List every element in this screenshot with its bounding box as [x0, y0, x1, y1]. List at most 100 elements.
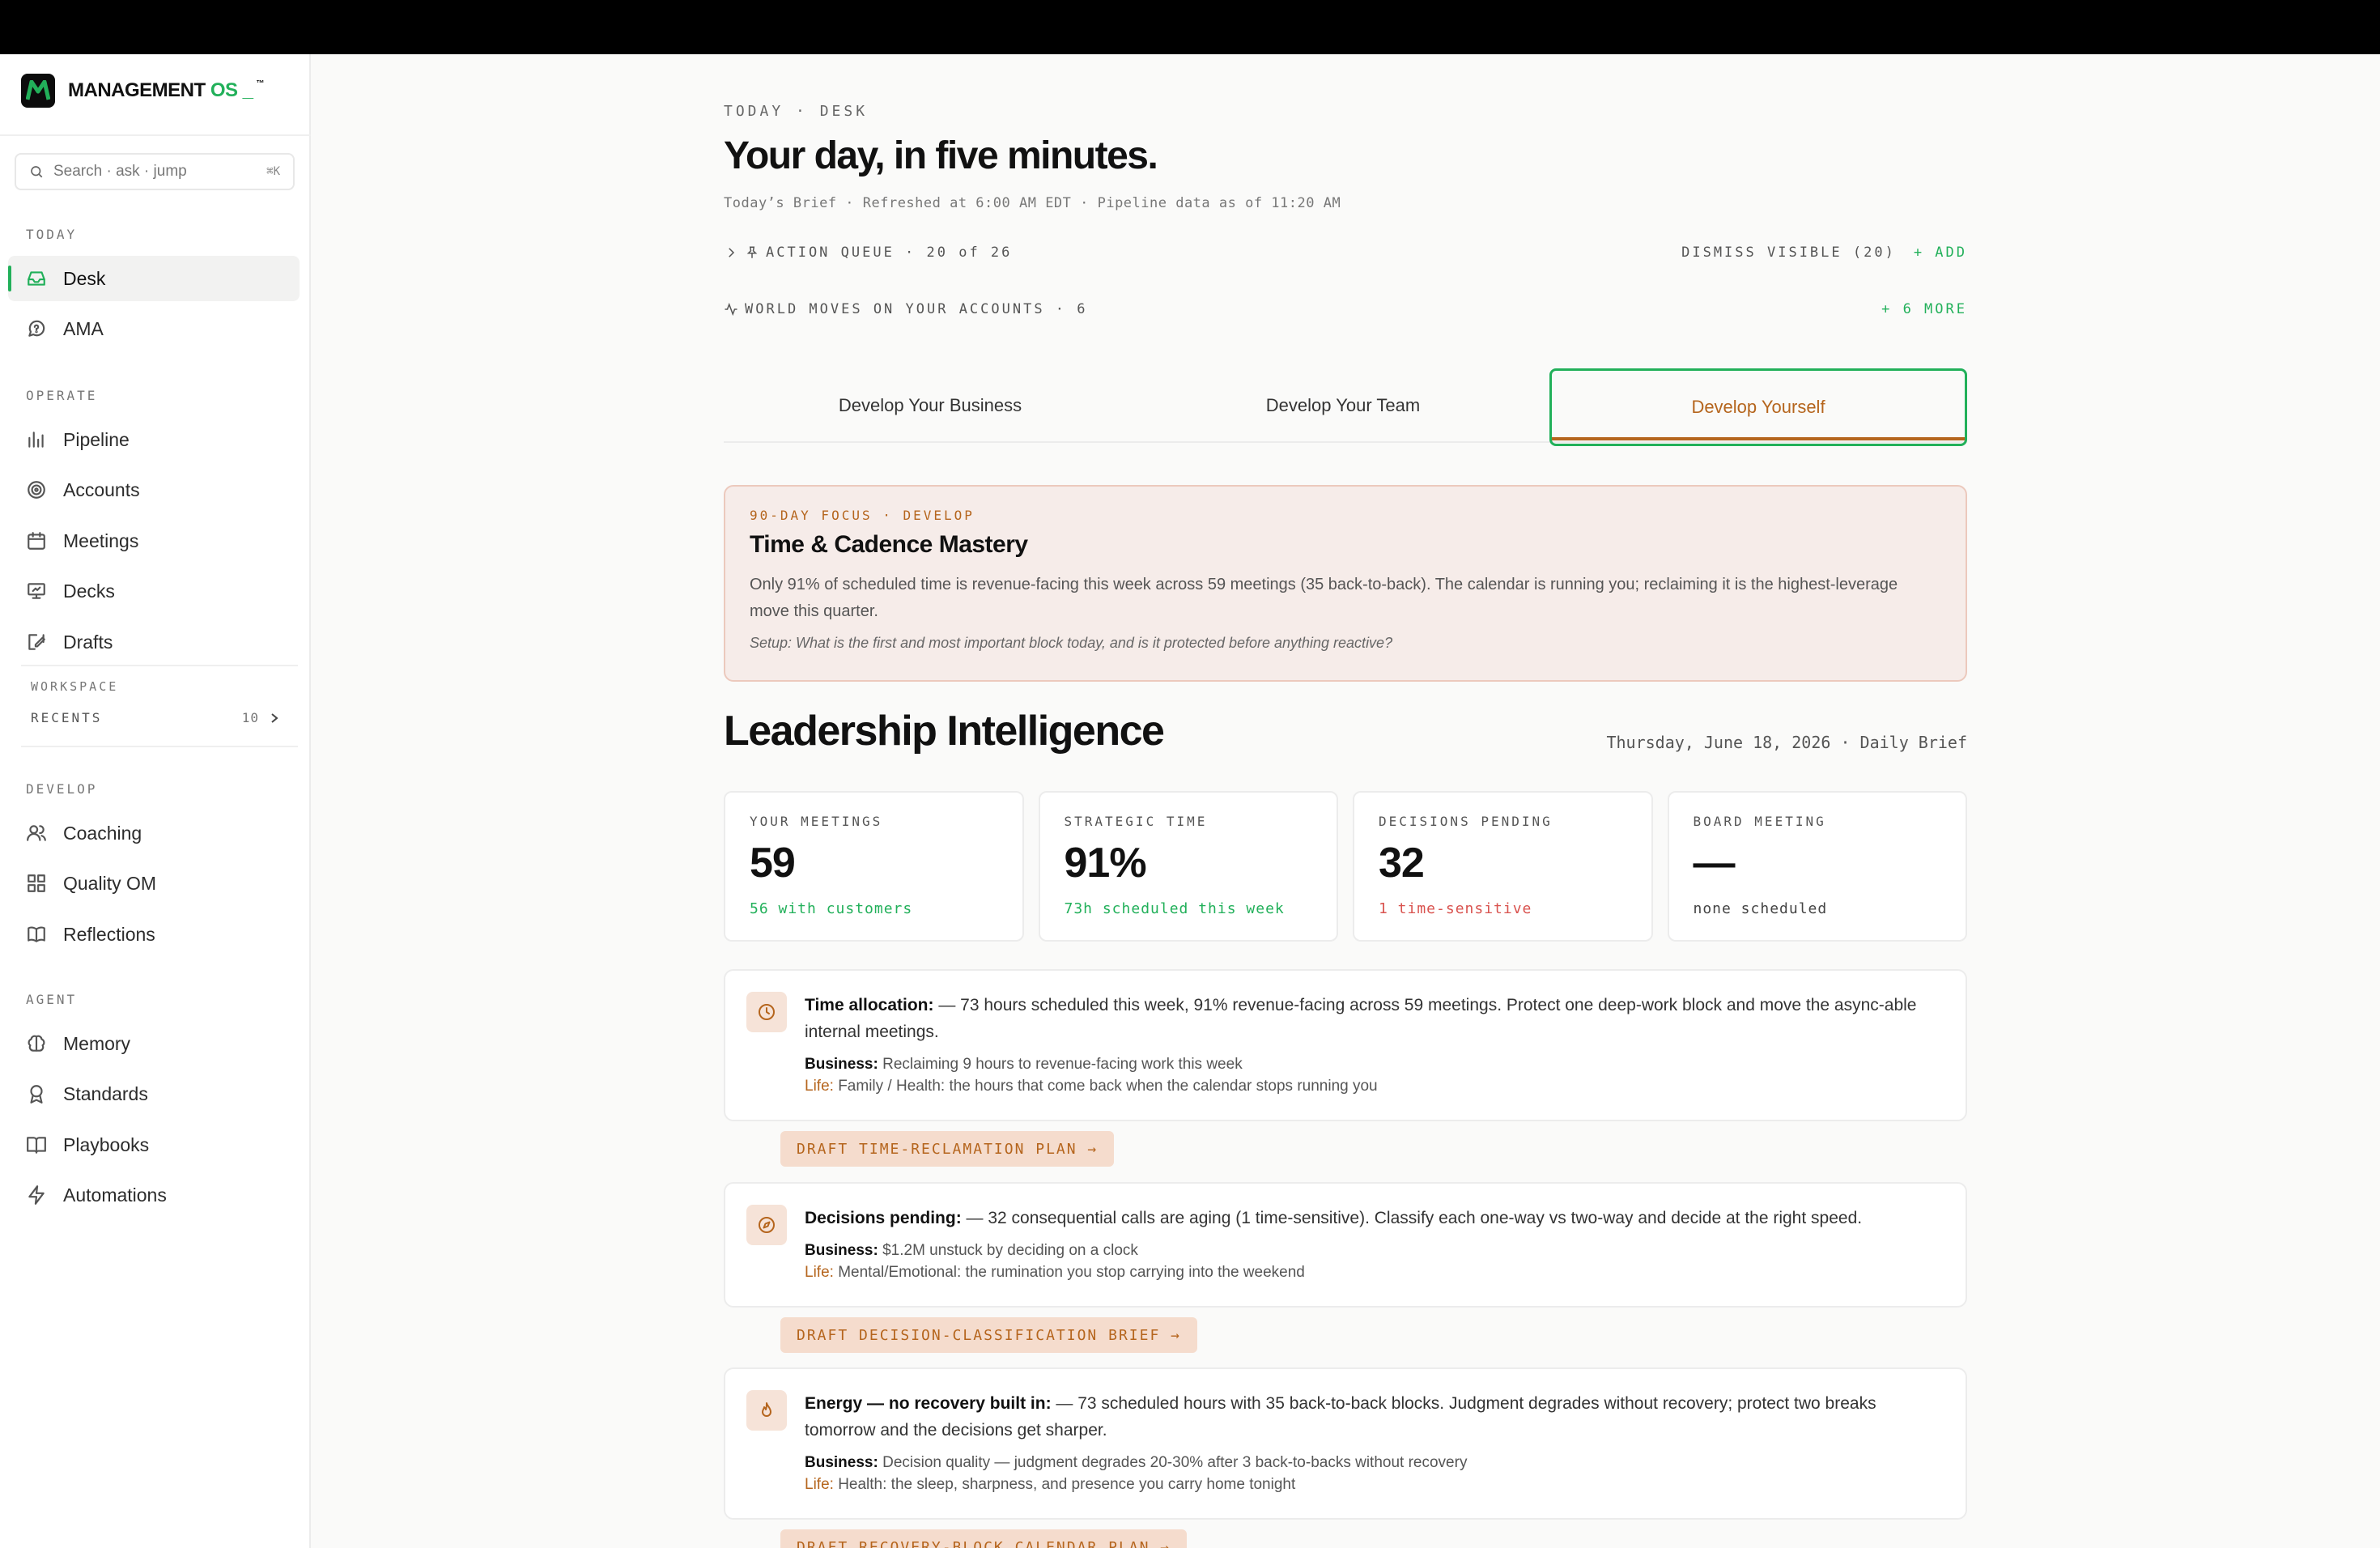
stat-label: DECISIONS PENDING	[1379, 814, 1553, 829]
more-world-moves-button[interactable]: + 6 MORE	[1881, 301, 1967, 317]
book-icon	[26, 924, 47, 945]
stat-sub: 73h scheduled this week	[1064, 900, 1285, 917]
insight-text: — 32 consequential calls are aging (1 ti…	[961, 1209, 1863, 1227]
stat-cards: YOUR MEETINGS 59 56 with customers STRAT…	[724, 791, 1967, 942]
sidebar-item-decks[interactable]: Decks	[8, 568, 300, 614]
sidebar-item-label: Standards	[63, 1082, 148, 1104]
insight-title: Energy — no recovery built in:	[805, 1394, 1052, 1413]
sidebar-item-reflections[interactable]: Reflections	[8, 912, 300, 957]
target-icon	[26, 479, 47, 500]
section-title: Leadership Intelligence	[724, 708, 1165, 755]
focus-body: Only 91% of scheduled time is revenue-fa…	[750, 576, 1898, 620]
life-impact: Mental/Emotional: the rumination you sto…	[833, 1264, 1305, 1281]
sidebar-item-quality-om[interactable]: Quality OM	[8, 861, 300, 906]
activity-icon	[724, 302, 738, 317]
presentation-icon	[26, 580, 47, 602]
stat-sub: 56 with customers	[750, 900, 913, 917]
insight-title: Decisions pending:	[805, 1209, 962, 1227]
sidebar-item-drafts[interactable]: Drafts	[8, 619, 300, 665]
brand-name: MANAGEMENT OS _ ™	[68, 79, 265, 101]
sidebar-item-desk[interactable]: Desk	[8, 256, 300, 301]
insight-title: Time allocation:	[805, 996, 934, 1014]
pin-icon	[745, 245, 759, 260]
draft-decision-classification-button[interactable]: DRAFT DECISION-CLASSIFICATION BRIEF →	[780, 1317, 1197, 1353]
dismiss-visible-button[interactable]: DISMISS VISIBLE (20)	[1681, 245, 1896, 261]
bar-chart-icon	[26, 429, 47, 450]
tab-develop-business[interactable]: Develop Your Business	[724, 370, 1137, 441]
page-title: Your day, in five minutes.	[724, 134, 1158, 177]
section-label-operate: OPERATE	[26, 388, 98, 403]
recents-toggle[interactable]: RECENTS 10	[31, 710, 278, 725]
stat-card-board-meeting[interactable]: BOARD MEETING — none scheduled	[1667, 791, 1967, 942]
chevron-right-icon[interactable]	[724, 245, 738, 260]
sidebar-item-label: Meetings	[63, 529, 139, 551]
sidebar-item-meetings[interactable]: Meetings	[8, 518, 300, 563]
stat-card-meetings[interactable]: YOUR MEETINGS 59 56 with customers	[724, 791, 1024, 942]
page-meta: Today’s Brief · Refreshed at 6:00 AM EDT…	[724, 195, 1341, 211]
tab-develop-yourself[interactable]: Develop Yourself	[1549, 368, 1967, 446]
sidebar-item-label: Coaching	[63, 822, 142, 844]
sidebar-item-label: Reflections	[63, 923, 155, 945]
business-label: Business:	[805, 1056, 878, 1073]
draft-recovery-block-button[interactable]: DRAFT RECOVERY-BLOCK CALENDAR PLAN →	[780, 1529, 1188, 1548]
sidebar-item-label: Accounts	[63, 478, 140, 500]
draft-time-reclamation-button[interactable]: DRAFT TIME-RECLAMATION PLAN →	[780, 1131, 1115, 1167]
sidebar-item-label: Desk	[63, 267, 106, 289]
business-label: Business:	[805, 1454, 878, 1471]
search-input[interactable]: Search · ask · jump ⌘K	[15, 153, 295, 190]
focus-card: 90-DAY FOCUS · DEVELOP Time & Cadence Ma…	[724, 485, 1967, 682]
sidebar-item-accounts[interactable]: Accounts	[8, 467, 300, 512]
section-label-today: TODAY	[26, 227, 78, 242]
compass-icon	[746, 1205, 787, 1245]
sidebar-item-pipeline[interactable]: Pipeline	[8, 417, 300, 462]
sidebar-item-label: Drafts	[63, 631, 113, 653]
section-label-develop: DEVELOP	[26, 781, 98, 797]
tab-develop-team[interactable]: Develop Your Team	[1137, 370, 1549, 441]
bolt-icon	[26, 1184, 47, 1206]
focus-eyebrow: 90-DAY FOCUS · DEVELOP	[750, 508, 975, 523]
business-label: Business:	[805, 1242, 878, 1259]
focus-setup: Setup: What is the first and most import…	[750, 635, 1393, 651]
business-impact: $1.2M unstuck by deciding on a clock	[878, 1242, 1138, 1259]
insight-card: Energy — no recovery built in: — 73 sche…	[724, 1367, 1967, 1520]
inbox-icon	[26, 268, 47, 289]
sidebar-item-automations[interactable]: Automations	[8, 1172, 300, 1218]
recents-label: RECENTS	[31, 710, 103, 725]
sidebar-item-memory[interactable]: Memory	[8, 1021, 300, 1066]
action-queue-row: ACTION QUEUE · 20 of 26 DISMISS VISIBLE …	[724, 245, 1967, 261]
sidebar-item-label: Playbooks	[63, 1133, 150, 1155]
brand-logo-icon	[21, 74, 55, 108]
stat-value: 32	[1379, 840, 1425, 887]
brand[interactable]: MANAGEMENT OS _ ™	[21, 74, 265, 108]
sidebar-item-coaching[interactable]: Coaching	[8, 810, 300, 856]
award-icon	[26, 1083, 47, 1104]
stat-value: 59	[750, 840, 796, 887]
sidebar-item-ama[interactable]: AMA	[8, 306, 300, 351]
grid-icon	[26, 873, 47, 894]
life-label: Life:	[805, 1476, 834, 1493]
clock-icon	[746, 992, 787, 1032]
life-label: Life:	[805, 1078, 834, 1095]
stat-value: —	[1693, 840, 1736, 887]
insight-card: Decisions pending: — 32 consequential ca…	[724, 1182, 1967, 1308]
insight-card: Time allocation: — 73 hours scheduled th…	[724, 969, 1967, 1121]
stat-card-decisions[interactable]: DECISIONS PENDING 32 1 time-sensitive	[1353, 791, 1653, 942]
world-moves-row: WORLD MOVES ON YOUR ACCOUNTS · 6 + 6 MOR…	[724, 301, 1967, 317]
sidebar-item-playbooks[interactable]: Playbooks	[8, 1122, 300, 1167]
divider	[21, 665, 298, 666]
sidebar-item-label: Automations	[63, 1184, 167, 1206]
divider	[0, 134, 311, 136]
world-moves-label[interactable]: WORLD MOVES ON YOUR ACCOUNTS · 6	[745, 301, 1088, 317]
stat-card-strategic-time[interactable]: STRATEGIC TIME 91% 73h scheduled this we…	[1038, 791, 1338, 942]
users-icon	[26, 823, 47, 844]
page-eyebrow: TODAY · DESK	[724, 103, 869, 120]
action-queue-label[interactable]: ACTION QUEUE · 20 of 26	[766, 245, 1012, 261]
search-shortcut: ⌘K	[266, 165, 280, 178]
book-open-icon	[26, 1134, 47, 1155]
sidebar-item-standards[interactable]: Standards	[8, 1071, 300, 1116]
chat-help-icon	[26, 318, 47, 339]
stat-label: STRATEGIC TIME	[1064, 814, 1208, 829]
add-action-button[interactable]: + ADD	[1914, 245, 1967, 261]
stat-label: YOUR MEETINGS	[750, 814, 883, 829]
section-label-agent: AGENT	[26, 992, 78, 1007]
